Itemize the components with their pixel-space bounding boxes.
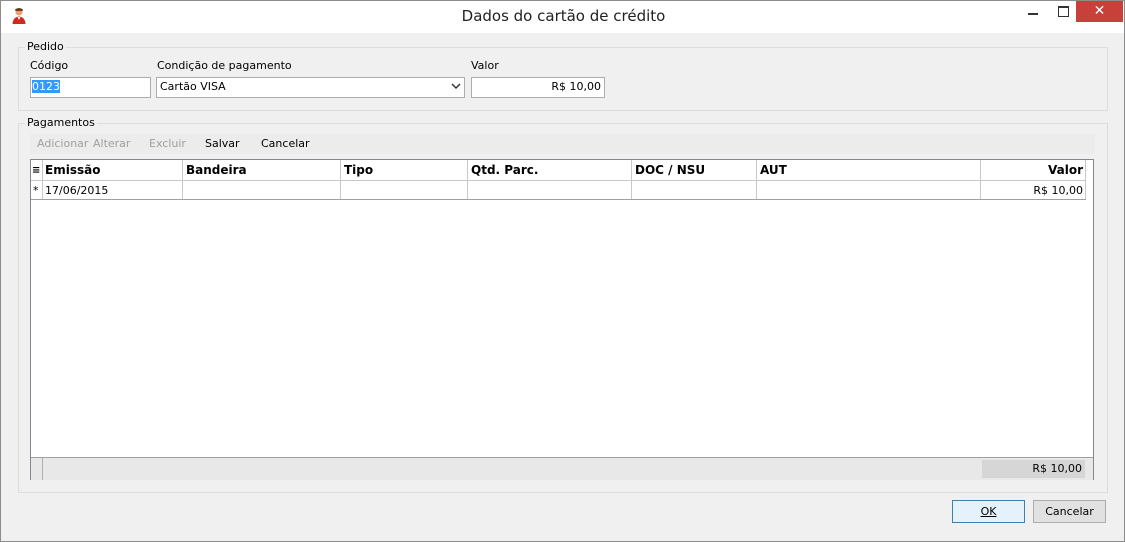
excluir-button[interactable]: Excluir <box>149 137 186 150</box>
valor-field[interactable]: R$ 10,00 <box>471 77 605 98</box>
condicao-select[interactable]: Cartão VISA <box>156 77 465 98</box>
condicao-label: Condição de pagamento <box>157 59 292 72</box>
asterisk-icon: * <box>33 184 39 197</box>
cell-valor[interactable]: R$ 10,00 <box>981 181 1086 200</box>
title-bar: Dados do cartão de crédito ✕ <box>1 1 1124 33</box>
row-indicator-header: ≡ <box>31 160 42 181</box>
condicao-value: Cartão VISA <box>160 80 226 93</box>
cancelar-button[interactable]: Cancelar <box>1033 500 1106 523</box>
list-icon: ≡ <box>32 165 41 176</box>
pagamentos-toolbar: Adicionar Alterar Excluir Salvar Cancela… <box>30 134 1095 154</box>
close-icon: ✕ <box>1093 3 1106 19</box>
cell-aut[interactable] <box>757 181 981 200</box>
minimize-icon <box>1028 13 1038 15</box>
maximize-icon <box>1058 6 1069 17</box>
column-header-aut[interactable]: AUT <box>757 160 981 181</box>
window-title: Dados do cartão de crédito <box>461 7 666 25</box>
ok-button[interactable]: OK <box>952 500 1025 523</box>
codigo-label: Código <box>30 59 69 72</box>
salvar-button[interactable]: Salvar <box>205 137 240 150</box>
codigo-field[interactable]: 0123 <box>30 77 151 98</box>
minimize-button[interactable] <box>1017 1 1049 23</box>
close-button[interactable]: ✕ <box>1076 1 1123 22</box>
cell-bandeira[interactable] <box>183 181 341 200</box>
codigo-value: 0123 <box>32 80 60 93</box>
cell-doc-nsu[interactable] <box>632 181 757 200</box>
column-header-qtd-parc[interactable]: Qtd. Parc. <box>468 160 632 181</box>
column-header-valor[interactable]: Valor <box>981 160 1086 181</box>
valor-value: R$ 10,00 <box>551 80 601 93</box>
column-header-tipo[interactable]: Tipo <box>341 160 468 181</box>
cell-tipo[interactable] <box>341 181 468 200</box>
cancelar-toolbar-button[interactable]: Cancelar <box>261 137 310 150</box>
chevron-down-icon <box>451 78 461 101</box>
valor-label: Valor <box>471 59 499 72</box>
column-separator <box>42 458 43 480</box>
cancelar-label: Cancelar <box>1045 505 1094 518</box>
column-header-emissao[interactable]: Emissão <box>42 160 183 181</box>
alterar-button[interactable]: Alterar <box>93 137 130 150</box>
pagamentos-legend: Pagamentos <box>25 116 97 129</box>
column-header-bandeira[interactable]: Bandeira <box>183 160 341 181</box>
cell-qtd-parc[interactable] <box>468 181 632 200</box>
cell-emissao[interactable]: 17/06/2015 <box>42 181 183 200</box>
row-indicator-new[interactable]: * <box>31 181 42 200</box>
pedido-legend: Pedido <box>25 40 66 53</box>
column-header-doc-nsu[interactable]: DOC / NSU <box>632 160 757 181</box>
maximize-button[interactable] <box>1047 1 1079 23</box>
ok-label: OK <box>980 505 997 518</box>
total-value: R$ 10,00 <box>982 460 1085 478</box>
grid-footer: R$ 10,00 <box>31 457 1093 480</box>
pagamentos-grid[interactable]: ≡ Emissão Bandeira Tipo Qtd. Parc. DOC /… <box>30 159 1094 480</box>
adicionar-button[interactable]: Adicionar <box>37 137 88 150</box>
